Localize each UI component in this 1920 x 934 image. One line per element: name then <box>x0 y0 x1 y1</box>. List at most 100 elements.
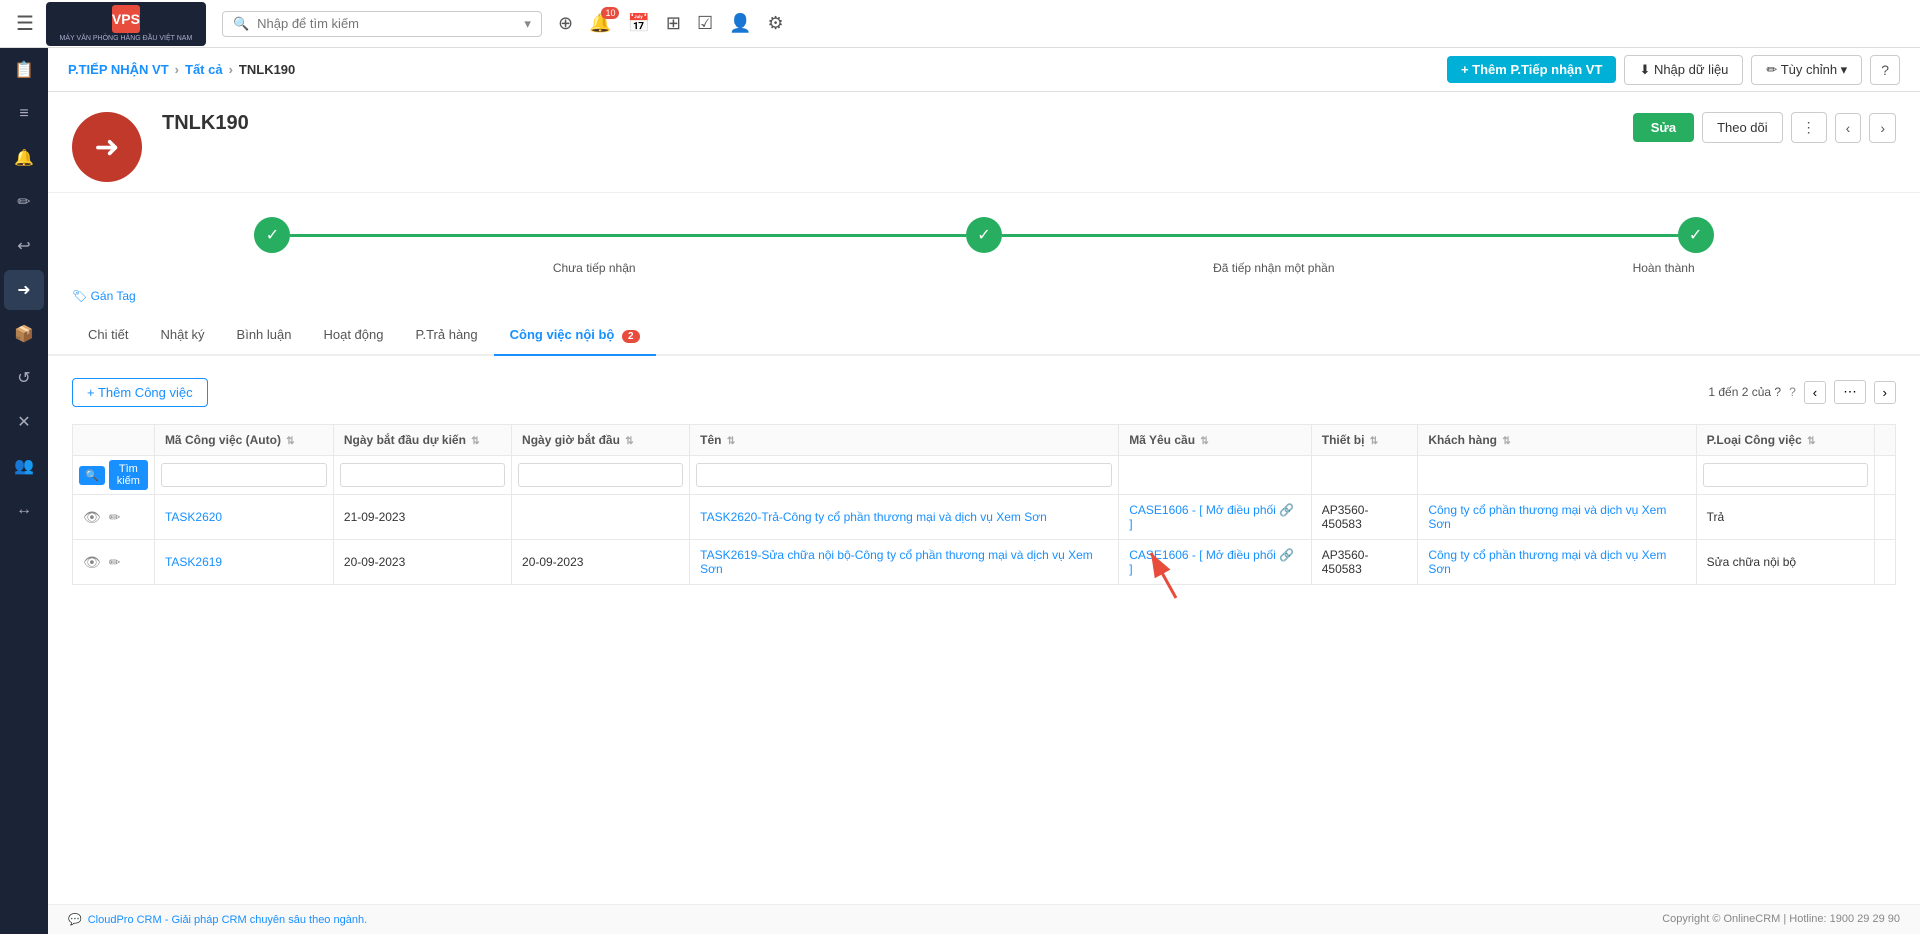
calendar-icon[interactable]: 📅 <box>627 13 649 34</box>
prev-button[interactable]: ‹ <box>1835 113 1862 143</box>
pagination-prev-button[interactable]: ‹ <box>1804 381 1826 404</box>
view-icon-2[interactable]: 👁 <box>83 554 101 571</box>
sidebar-item-cancel[interactable]: ✕ <box>4 402 44 442</box>
sidebar-item-tasks[interactable]: 📋 <box>4 50 44 90</box>
progress-step-1[interactable]: ✓ <box>254 217 290 253</box>
tab-binhluan[interactable]: Bình luận <box>221 315 308 356</box>
tab-congviec[interactable]: Công việc nội bộ 2 <box>494 315 656 356</box>
col-device-header[interactable]: Thiết bị ⇅ <box>1311 425 1418 456</box>
breadcrumb-sep2: › <box>229 62 233 77</box>
edit-icon-2[interactable]: ✏ <box>109 554 121 571</box>
sidebar-item-list[interactable]: ≡ <box>4 94 44 134</box>
progress-step-2[interactable]: ✓ <box>966 217 1002 253</box>
col-case-header[interactable]: Mã Yêu cầu ⇅ <box>1119 425 1312 456</box>
record-actions: Sửa Theo dõi ⋮ ‹ › <box>1633 112 1896 143</box>
task-name-2[interactable]: TASK2619-Sửa chữa nội bộ-Công ty cổ phần… <box>700 548 1093 576</box>
search-code-input[interactable] <box>161 463 327 487</box>
col-start-expected-header[interactable]: Ngày bắt đầu dự kiến ⇅ <box>333 425 511 456</box>
view-icon-1[interactable]: 👁 <box>83 509 101 526</box>
pagination-label: 1 đến 2 của ? <box>1708 385 1781 399</box>
logo: VPS MÁY VĂN PHÒNG HÀNG ĐẦU VIỆT NAM <box>46 2 206 46</box>
breadcrumb-module[interactable]: P.TIẾP NHẬN VT <box>68 62 169 77</box>
table-row: 👁 ✏ TASK2620 21-09-2023 TASK2620-Trả-Côn… <box>73 495 1896 540</box>
dashboard-icon[interactable]: ⊞ <box>666 13 681 34</box>
settings-icon[interactable]: ⚙ <box>768 13 784 34</box>
progress-step-3[interactable]: ✓ <box>1678 217 1714 253</box>
breadcrumb-sep1: › <box>175 62 179 77</box>
help-button[interactable]: ? <box>1870 55 1900 85</box>
sidebar-item-transfer[interactable]: ↔ <box>4 490 44 530</box>
tab-nhatky[interactable]: Nhật ký <box>144 315 220 356</box>
customize-button[interactable]: ✏ Tùy chỉnh ▾ <box>1751 55 1862 85</box>
footer-chat-text: CloudPro CRM - Giải pháp CRM chuyên sâu … <box>88 914 367 926</box>
task-name-1[interactable]: TASK2620-Trả-Công ty cổ phần thương mại … <box>700 510 1047 524</box>
search-icon: 🔍 <box>233 16 249 32</box>
col-code-header[interactable]: Mã Công việc (Auto) ⇅ <box>154 425 333 456</box>
search-input[interactable] <box>257 16 516 31</box>
col-name-header[interactable]: Tên ⇅ <box>690 425 1119 456</box>
sidebar-item-receive[interactable]: ➜ <box>4 270 44 310</box>
add-task-button[interactable]: + Thêm Công việc <box>72 378 208 407</box>
search-button[interactable]: Tìm kiếm <box>109 460 148 490</box>
task-customer-1[interactable]: Công ty cổ phần thương mại và dịch vụ Xe… <box>1428 503 1666 531</box>
sidebar-item-return[interactable]: ↩ <box>4 226 44 266</box>
search-name-input[interactable] <box>696 463 1112 487</box>
user-icon[interactable]: 👤 <box>729 13 751 34</box>
search-start-expected-input[interactable] <box>340 463 505 487</box>
row-actions-1: 👁 ✏ <box>83 509 144 526</box>
task-customer-2[interactable]: Công ty cổ phần thương mại và dịch vụ Xe… <box>1428 548 1666 576</box>
sidebar: ⊞ 📋 ≡ 🔔 ✏ ↩ ➜ 📦 ↺ ✕ 👥 ↔ <box>0 0 48 934</box>
step-label-2: Đã tiếp nhận một phần <box>934 261 1614 275</box>
edit-icon-1[interactable]: ✏ <box>109 509 121 526</box>
record-header: ➜ TNLK190 Sửa Theo dõi ⋮ ‹ › <box>48 92 1920 193</box>
row-actions-2: 👁 ✏ <box>83 554 144 571</box>
task-code-1[interactable]: TASK2620 <box>165 510 222 524</box>
follow-button[interactable]: Theo dõi <box>1702 112 1783 143</box>
col-customer-header[interactable]: Khách hàng ⇅ <box>1418 425 1696 456</box>
notification-icon[interactable]: 🔔 10 <box>589 13 611 34</box>
task-case-2[interactable]: CASE1606 - [ Mở điều phối 🔗 ] <box>1129 548 1294 576</box>
tasks-icon[interactable]: ☑ <box>697 13 713 34</box>
search-type-input[interactable] <box>1703 463 1868 487</box>
sidebar-item-packages[interactable]: 📦 <box>4 314 44 354</box>
footer-copyright: Copyright © OnlineCRM | Hotline: 1900 29… <box>1662 913 1900 926</box>
edit-button[interactable]: Sửa <box>1633 113 1694 142</box>
task-type-1: Trả <box>1696 495 1874 540</box>
start-datetime-1 <box>512 495 690 540</box>
search-dropdown-icon[interactable]: ▾ <box>524 16 531 32</box>
sidebar-item-edit[interactable]: ✏ <box>4 182 44 222</box>
add-record-button[interactable]: + Thêm P.Tiếp nhận VT <box>1447 56 1616 83</box>
search-bar[interactable]: 🔍 ▾ <box>222 11 542 37</box>
menu-icon[interactable]: ☰ <box>16 11 34 36</box>
task-code-2[interactable]: TASK2619 <box>165 555 222 569</box>
topbar: ☰ VPS MÁY VĂN PHÒNG HÀNG ĐẦU VIỆT NAM 🔍 … <box>0 0 1920 48</box>
breadcrumb-current: TNLK190 <box>239 62 295 77</box>
search-icon-btn[interactable]: 🔍 <box>79 466 105 485</box>
import-button[interactable]: ⬇ Nhập dữ liệu <box>1624 55 1743 85</box>
add-icon[interactable]: ⊕ <box>558 13 573 34</box>
footer-chat[interactable]: 💬 CloudPro CRM - Giải pháp CRM chuyên sâ… <box>68 913 367 926</box>
task-case-1[interactable]: CASE1606 - [ Mở điều phối 🔗 ] <box>1129 503 1294 531</box>
breadcrumb-parent[interactable]: Tất cả <box>185 62 223 77</box>
pagination-next-button[interactable]: › <box>1874 381 1896 404</box>
col-type-header[interactable]: P.Loại Công việc ⇅ <box>1696 425 1874 456</box>
tab-chitiet[interactable]: Chi tiết <box>72 315 144 356</box>
pagination-help-icon[interactable]: ? <box>1789 385 1796 399</box>
breadcrumb-actions: + Thêm P.Tiếp nhận VT ⬇ Nhập dữ liệu ✏ T… <box>1447 55 1900 85</box>
tab-ptrahang[interactable]: P.Trả hàng <box>399 315 493 356</box>
sidebar-item-notifications[interactable]: 🔔 <box>4 138 44 178</box>
footer: 💬 CloudPro CRM - Giải pháp CRM chuyên sâ… <box>48 904 1920 934</box>
search-start-datetime-input[interactable] <box>518 463 683 487</box>
tag-button[interactable]: 🏷 Gán Tag <box>72 289 1896 303</box>
col-start-datetime-header[interactable]: Ngày giờ bắt đầu ⇅ <box>512 425 690 456</box>
next-button[interactable]: › <box>1869 113 1896 143</box>
tab-hoatdong[interactable]: Hoạt động <box>307 315 399 356</box>
sidebar-item-users[interactable]: 👥 <box>4 446 44 486</box>
avatar: ➜ <box>72 112 142 182</box>
start-expected-1: 21-09-2023 <box>333 495 511 540</box>
tab-badge: 2 <box>622 330 640 343</box>
pagination-more-button[interactable]: ⋯ <box>1834 380 1865 404</box>
main-content: ➜ TNLK190 Sửa Theo dõi ⋮ ‹ › ✓ ✓ <box>48 92 1920 934</box>
sidebar-item-refresh[interactable]: ↺ <box>4 358 44 398</box>
more-button[interactable]: ⋮ <box>1791 112 1827 143</box>
